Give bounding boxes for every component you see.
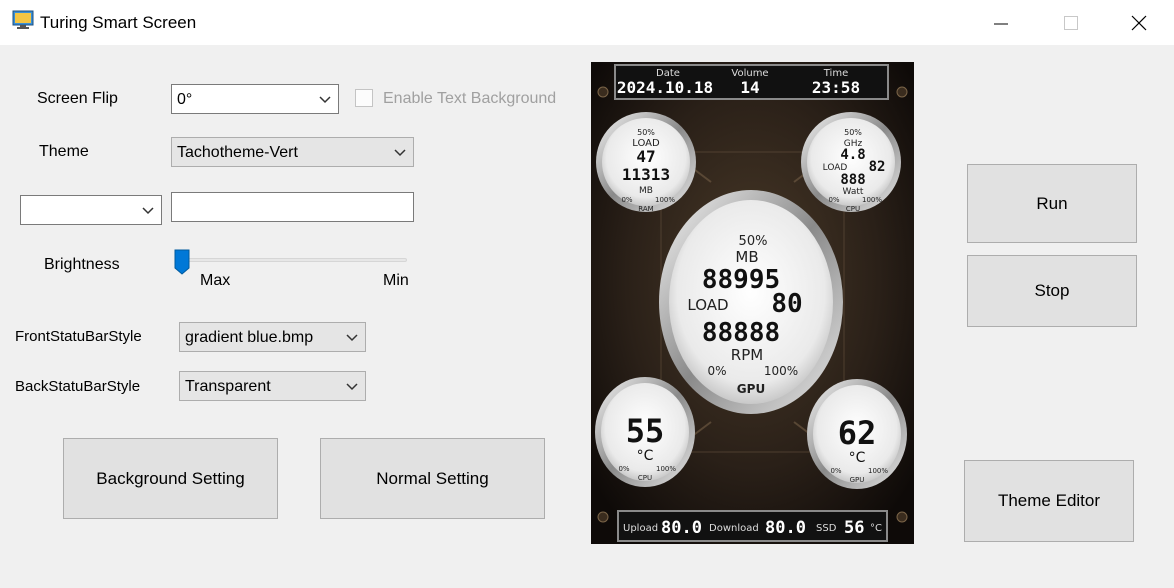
ram-max: 100% [655, 196, 675, 204]
footer-download-value: 80.0 [765, 518, 806, 538]
ram-mb-label: MB [639, 186, 653, 196]
normal-setting-button[interactable]: Normal Setting [320, 438, 545, 519]
cpu-ghz-value: 4.8 [840, 147, 865, 163]
gpu-name: GPU [737, 382, 765, 396]
cpu-watt-label: Watt [843, 187, 864, 197]
cpu-temp-min: 0% [618, 465, 629, 473]
brightness-slider-thumb[interactable] [174, 249, 190, 275]
footer-upload-label: Upload [623, 523, 658, 534]
cpu-temp-value: 55 [626, 412, 665, 450]
cpu-name: CPU [846, 205, 860, 213]
minimize-button[interactable] [966, 0, 1036, 45]
footer-ssd-value: 56 [844, 518, 864, 538]
cpu-min: 0% [828, 196, 839, 204]
brightness-label: Brightness [44, 256, 120, 273]
window-title: Turing Smart Screen [40, 13, 197, 32]
monitor-app-icon [12, 10, 34, 29]
theme-select[interactable]: Tachotheme-Vert [171, 137, 414, 167]
header-time-value: 23:58 [812, 78, 860, 97]
theme-label: Theme [39, 143, 89, 160]
cpu-temp-max: 100% [656, 465, 676, 473]
gpu-gauge: 50% MB 88995 LOAD 80 88888 RPM 0% 100% G… [659, 190, 843, 414]
cpu-pct: 50% [844, 128, 862, 137]
chevron-down-icon [346, 383, 358, 391]
secondary-select[interactable] [20, 195, 162, 225]
back-status-bar-style-label: BackStatuBarStyle [15, 378, 141, 395]
header-volume-value: 14 [740, 78, 759, 97]
title-bar: Turing Smart Screen [0, 0, 1174, 45]
footer-upload-value: 80.0 [661, 518, 702, 538]
secondary-text-input[interactable] [171, 192, 414, 222]
gpu-load-value: 80 [771, 289, 802, 319]
front-status-bar-style-label: FrontStatuBarStyle [15, 328, 142, 345]
theme-value: Tachotheme-Vert [177, 144, 298, 161]
front-status-bar-style-value: gradient blue.bmp [185, 329, 314, 346]
gpu-temp-unit: °C [849, 450, 866, 466]
ram-pct: 50% [637, 128, 655, 137]
cpu-temp-gauge: 55 °C 0% 100% CPU [595, 377, 695, 487]
brightness-slider-track[interactable] [182, 258, 407, 262]
screen-flip-value: 0° [177, 91, 193, 108]
chevron-down-icon [346, 334, 358, 342]
screen-preview: Date 2024.10.18 Volume 14 Time 23:58 50%… [591, 62, 914, 544]
maximize-icon [1064, 15, 1078, 30]
gpu-temp-gauge: 62 °C 0% 100% GPU [807, 379, 907, 489]
stop-button[interactable]: Stop [967, 255, 1137, 327]
chevron-down-icon [142, 207, 154, 215]
cpu-max: 100% [862, 196, 882, 204]
gpu-load-label: LOAD [687, 296, 728, 314]
gpu-rpm-label: RPM [731, 346, 763, 364]
maximize-button[interactable] [1036, 0, 1106, 45]
enable-text-background-checkbox[interactable] [355, 89, 373, 107]
gpu-min: 0% [707, 364, 726, 378]
brightness-min-label: Min [383, 272, 409, 289]
cpu-temp-name: CPU [638, 474, 652, 482]
run-button[interactable]: Run [967, 164, 1137, 243]
screen-flip-select[interactable]: 0° [171, 84, 339, 114]
background-setting-button[interactable]: Background Setting [63, 438, 278, 519]
footer-ssd-label: SSD [816, 523, 837, 534]
theme-editor-button[interactable]: Theme Editor [964, 460, 1134, 542]
close-button[interactable] [1104, 0, 1174, 45]
gpu-pct: 50% [739, 234, 768, 249]
minimize-icon [994, 23, 1008, 24]
gpu-temp-max: 100% [868, 467, 888, 475]
chevron-down-icon [319, 96, 331, 104]
header-date-value: 2024.10.18 [617, 78, 713, 97]
cpu-temp-unit: °C [637, 448, 654, 464]
front-status-bar-style-select[interactable]: gradient blue.bmp [179, 322, 366, 352]
enable-text-background-label: Enable Text Background [383, 90, 557, 107]
gpu-temp-name: GPU [850, 476, 865, 484]
gpu-temp-value: 62 [838, 414, 877, 452]
preview-canvas: Date 2024.10.18 Volume 14 Time 23:58 50%… [591, 62, 914, 544]
screen-flip-label: Screen Flip [37, 90, 118, 107]
footer-download-label: Download [709, 523, 759, 534]
ram-name: RAM [638, 205, 653, 213]
close-icon [1131, 15, 1147, 30]
gpu-max: 100% [764, 364, 798, 378]
brightness-max-label: Max [200, 272, 231, 289]
cpu-watt-value: 888 [840, 172, 865, 188]
chevron-down-icon [394, 149, 406, 157]
ram-load-value: 47 [636, 147, 655, 166]
cpu-load-value: 82 [869, 159, 886, 175]
back-status-bar-style-select[interactable]: Transparent [179, 371, 366, 401]
gpu-mb-value: 88995 [702, 265, 780, 295]
ram-min: 0% [621, 196, 632, 204]
footer-ssd-unit: °C [870, 523, 882, 534]
gpu-mb-label: MB [735, 248, 758, 266]
gpu-temp-min: 0% [830, 467, 841, 475]
back-status-bar-style-value: Transparent [185, 378, 271, 395]
ram-mb-value: 11313 [622, 165, 670, 184]
gpu-rpm-value: 88888 [702, 318, 780, 348]
